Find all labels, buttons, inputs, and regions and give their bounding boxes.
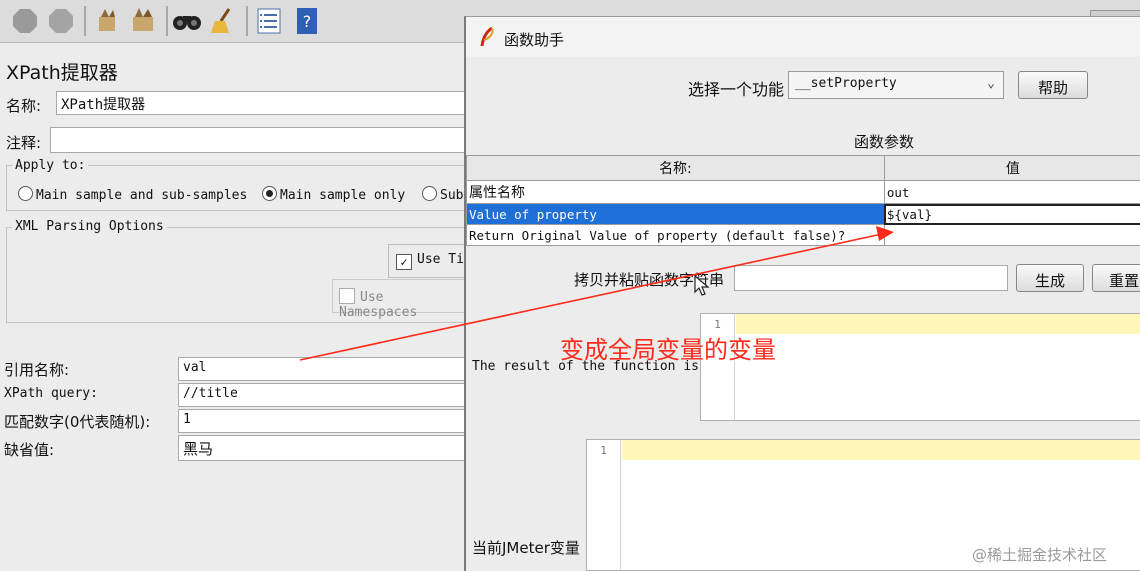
watermark: @稀土掘金技术社区 xyxy=(972,544,1107,565)
annotation-text: 变成全局变量的变量 xyxy=(560,330,776,365)
annotation-arrow xyxy=(0,0,1140,570)
